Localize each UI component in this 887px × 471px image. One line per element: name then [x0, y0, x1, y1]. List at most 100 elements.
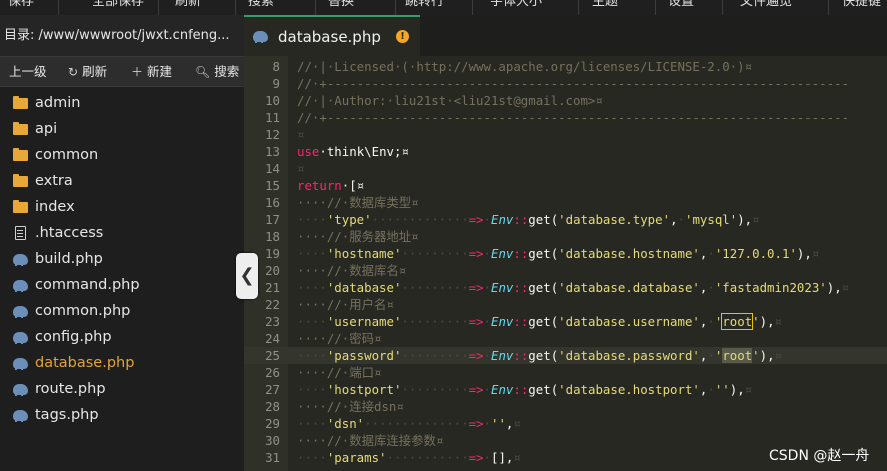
code-line: 20 ····//·数据库名¤	[244, 262, 887, 279]
code-class: Env	[490, 246, 514, 261]
code-text: //·+------------------------------------…	[297, 76, 850, 91]
line-number: 24	[265, 331, 280, 346]
code-string: 'hostname'	[326, 246, 402, 261]
code-line: 12 ¤	[244, 126, 887, 143]
code-function: get	[528, 246, 551, 261]
line-number: 28	[265, 399, 280, 414]
directory-path: 目录: /www/wwwroot/jwxt.cnfeng...	[0, 15, 244, 56]
new-label: 新建	[147, 64, 173, 79]
code-text: ····//·端口¤	[297, 365, 382, 380]
toolbar-refresh[interactable]: 刷新	[175, 0, 201, 12]
line-number: 14	[265, 161, 280, 176]
toolbar-divider	[235, 0, 236, 15]
new-button[interactable]: ＋新建	[131, 57, 172, 86]
tree-item-common-php[interactable]: common.php	[0, 298, 244, 324]
tree-item-config-php[interactable]: config.php	[0, 324, 244, 350]
toolbar-file-browse[interactable]: 文件遍览	[740, 0, 792, 12]
toolbar-replace[interactable]: 替换	[328, 0, 354, 12]
code-line: 22 ····//·用户名¤	[244, 296, 887, 313]
code-keyword: return	[297, 178, 342, 193]
tree-item-label: build.php	[35, 251, 103, 267]
code-line: 27 ····'hostport'·········=>·Env::get('da…	[244, 381, 887, 398]
toolbar-theme[interactable]: 主题	[592, 0, 618, 12]
up-level-label: 上一级	[9, 64, 47, 79]
code-class: Env	[490, 212, 514, 227]
tree-item-extra[interactable]: extra	[0, 168, 244, 194]
code-line: 28 ····//·连接dsn¤	[244, 398, 887, 415]
code-line: 9 //·+-----------------------------------…	[244, 75, 887, 92]
tree-item-database-php[interactable]: database.php	[0, 350, 244, 376]
code-string: 'database.username'	[558, 314, 700, 329]
tree-item-command-php[interactable]: command.php	[0, 272, 244, 298]
toolbar-search[interactable]: 搜索	[248, 0, 274, 12]
tree-item-common[interactable]: common	[0, 142, 244, 168]
code-string: 'database.type'	[558, 212, 671, 227]
toolbar-goto-line[interactable]: 跳转行	[405, 0, 444, 12]
code-operator: =>	[468, 280, 484, 295]
toolbar-save[interactable]: 保存	[8, 0, 34, 12]
toolbar-divider	[655, 0, 656, 15]
file-icon	[12, 220, 28, 246]
toolbar-divider	[158, 0, 159, 15]
code-operator: =>	[468, 246, 484, 261]
search-icon: 🔍︎	[195, 65, 211, 79]
refresh-button[interactable]: ↻ 刷新	[68, 57, 107, 86]
code-string: 'fastadmin2023'	[714, 280, 827, 295]
tab-label: database.php	[278, 28, 381, 46]
code-string: 'password'	[326, 348, 402, 363]
code-line: 23 ····'username'·········=>·Env::get('da…	[244, 313, 887, 330]
tab-database-php[interactable]: database.php !	[244, 15, 420, 56]
collapse-sidebar-chevron-left-icon[interactable]: ❮	[236, 253, 258, 299]
code-string: 'dsn'	[326, 416, 365, 431]
folder-icon	[12, 116, 28, 142]
tree-item-label: index	[35, 199, 75, 215]
code-line: 29 ····'dsn'··············=>·'',¤	[244, 415, 887, 432]
code-string: '127.0.0.1'	[714, 246, 797, 261]
code-string: 'username'	[326, 314, 402, 329]
code-text: //·|·Licensed·(·http://www.apache.org/li…	[297, 59, 753, 74]
tree-item-label: common	[35, 147, 99, 163]
toolbar-settings[interactable]: 设置	[668, 0, 694, 12]
tree-item-index[interactable]: index	[0, 194, 244, 220]
tree-item-admin[interactable]: admin	[0, 90, 244, 116]
folder-icon	[12, 90, 28, 116]
php-elephant-icon	[12, 246, 28, 272]
tree-item-htaccess[interactable]: .htaccess	[0, 220, 244, 246]
search-match-highlight: root	[721, 313, 754, 330]
up-level-button[interactable]: 上一级	[9, 57, 47, 86]
unsaved-indicator-icon[interactable]: !	[396, 30, 409, 43]
code-line: 19 ····'hostname'·········=>·Env::get('da…	[244, 245, 887, 262]
toolbar-shortcuts[interactable]: 快捷键	[842, 0, 881, 12]
code-function: get	[528, 382, 551, 397]
code-string: ''	[490, 416, 506, 431]
plus-icon: ＋	[131, 65, 144, 79]
code-editor[interactable]: 8 //·|·Licensed·(·http://www.apache.org/l…	[244, 56, 887, 471]
toolbar-save-all[interactable]: 全部保存	[92, 0, 144, 12]
toolbar-divider	[395, 0, 396, 15]
tree-item-route-php[interactable]: route.php	[0, 376, 244, 402]
editor-tab-bar: database.php !	[244, 15, 887, 56]
tree-item-label: config.php	[35, 329, 112, 345]
code-line: 16 ····//·数据库类型¤	[244, 194, 887, 211]
tree-item-tags-php[interactable]: tags.php	[0, 402, 244, 428]
line-number: 15	[265, 178, 280, 193]
toolbar-divider	[315, 0, 316, 15]
sidebar-actions: 上一级 ↻ 刷新 ＋新建 🔍︎ 搜索	[0, 56, 244, 87]
line-number: 18	[265, 229, 280, 244]
code-text: ·[¤	[341, 178, 365, 193]
tree-item-build-php[interactable]: build.php	[0, 246, 244, 272]
php-elephant-icon	[12, 324, 28, 350]
code-text: ¤	[297, 127, 305, 142]
toolbar-font-size[interactable]: 字体大小	[490, 0, 542, 12]
line-number: 11	[265, 110, 280, 125]
code-class: Env	[490, 314, 514, 329]
toolbar-divider	[578, 0, 579, 15]
code-text: ·think\Env;¤	[319, 144, 409, 159]
toolbar-divider	[472, 0, 473, 15]
search-button[interactable]: 🔍︎ 搜索	[195, 57, 239, 86]
code-text: ····//·用户名¤	[297, 297, 394, 312]
tree-item-api[interactable]: api	[0, 116, 244, 142]
line-number: 31	[265, 450, 280, 465]
code-function: get	[528, 348, 551, 363]
code-text: ····//·数据库名¤	[297, 263, 407, 278]
